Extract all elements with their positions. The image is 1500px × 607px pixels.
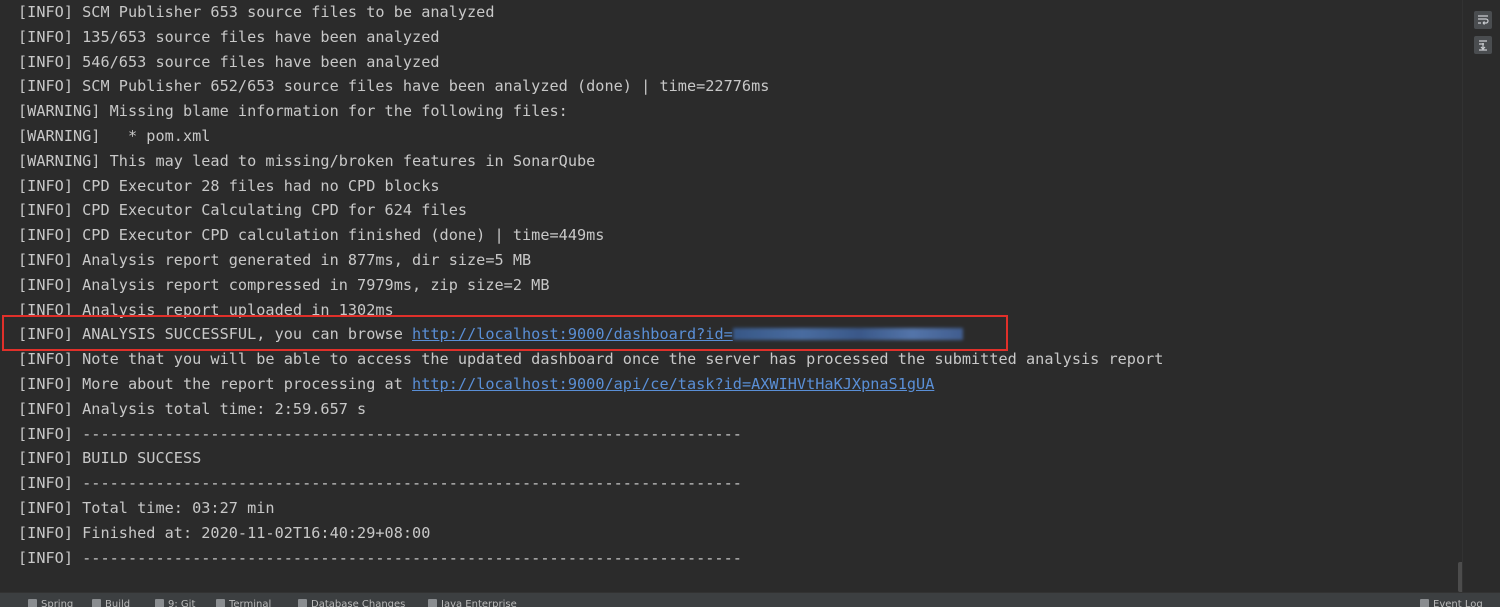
console-line-text: [INFO] ANALYSIS SUCCESSFUL, you can brow… bbox=[18, 325, 413, 344]
console-line: [INFO] Note that you will be able to acc… bbox=[18, 350, 1164, 369]
console-line: [INFO] ---------------------------------… bbox=[18, 474, 742, 493]
task-link[interactable]: http://localhost:9000/api/ce/task?id=AXW… bbox=[412, 375, 934, 393]
console-line-text: [INFO] More about the report processing … bbox=[18, 374, 413, 393]
console-line: [INFO] SCM Publisher 653 source files to… bbox=[18, 3, 495, 21]
console-line: [INFO] SCM Publisher 652/653 source file… bbox=[18, 77, 770, 96]
console-line: [INFO] BUILD SUCCESS bbox=[18, 449, 202, 468]
console-line-analysis-successful: [INFO] ANALYSIS SUCCESSFUL, you can brow… bbox=[18, 322, 1163, 347]
console-line: [INFO] Analysis report generated in 877m… bbox=[18, 250, 532, 269]
console-line: [INFO] 546/653 source files have been an… bbox=[18, 52, 440, 71]
console-line: [INFO] 135/653 source files have been an… bbox=[18, 27, 440, 46]
console-line: [INFO] ---------------------------------… bbox=[18, 548, 742, 567]
console-lines: [INFO] SCM Publisher 653 source files to… bbox=[18, 0, 1163, 570]
console-line-report-processing: [INFO] More about the report processing … bbox=[18, 372, 1163, 397]
console-line: [WARNING] * pom.xml bbox=[18, 126, 211, 145]
console-line: [INFO] CPD Executor CPD calculation fini… bbox=[18, 226, 605, 245]
console-line: [INFO] CPD Executor Calculating CPD for … bbox=[18, 201, 468, 220]
console-line: [INFO] Total time: 03:27 min bbox=[18, 498, 275, 517]
console-line: [INFO] Finished at: 2020-11-02T16:40:29+… bbox=[18, 523, 431, 542]
soft-wrap-icon[interactable] bbox=[1474, 11, 1492, 29]
console-line: [INFO] Analysis report uploaded in 1302m… bbox=[18, 300, 394, 319]
console-line: [WARNING] This may lead to missing/broke… bbox=[18, 151, 596, 170]
console-line: [INFO] Analysis report compressed in 797… bbox=[18, 275, 550, 294]
console-output: [INFO] SCM Publisher 653 source files to… bbox=[0, 0, 1462, 592]
scroll-to-end-icon[interactable] bbox=[1474, 36, 1492, 54]
dashboard-link[interactable]: http://localhost:9000/dashboard?id= bbox=[412, 325, 733, 343]
console-line: [INFO] ---------------------------------… bbox=[18, 424, 742, 443]
console-line: [INFO] Analysis total time: 2:59.657 s bbox=[18, 399, 367, 418]
console-line: [INFO] CPD Executor 28 files had no CPD … bbox=[18, 176, 440, 195]
bottom-tool-window-bar: Spring Build 9: Git Terminal Database Ch… bbox=[0, 592, 1500, 607]
console-line: [WARNING] Missing blame information for … bbox=[18, 102, 568, 121]
redacted-id bbox=[732, 328, 963, 341]
console-toolbar bbox=[1462, 0, 1500, 592]
